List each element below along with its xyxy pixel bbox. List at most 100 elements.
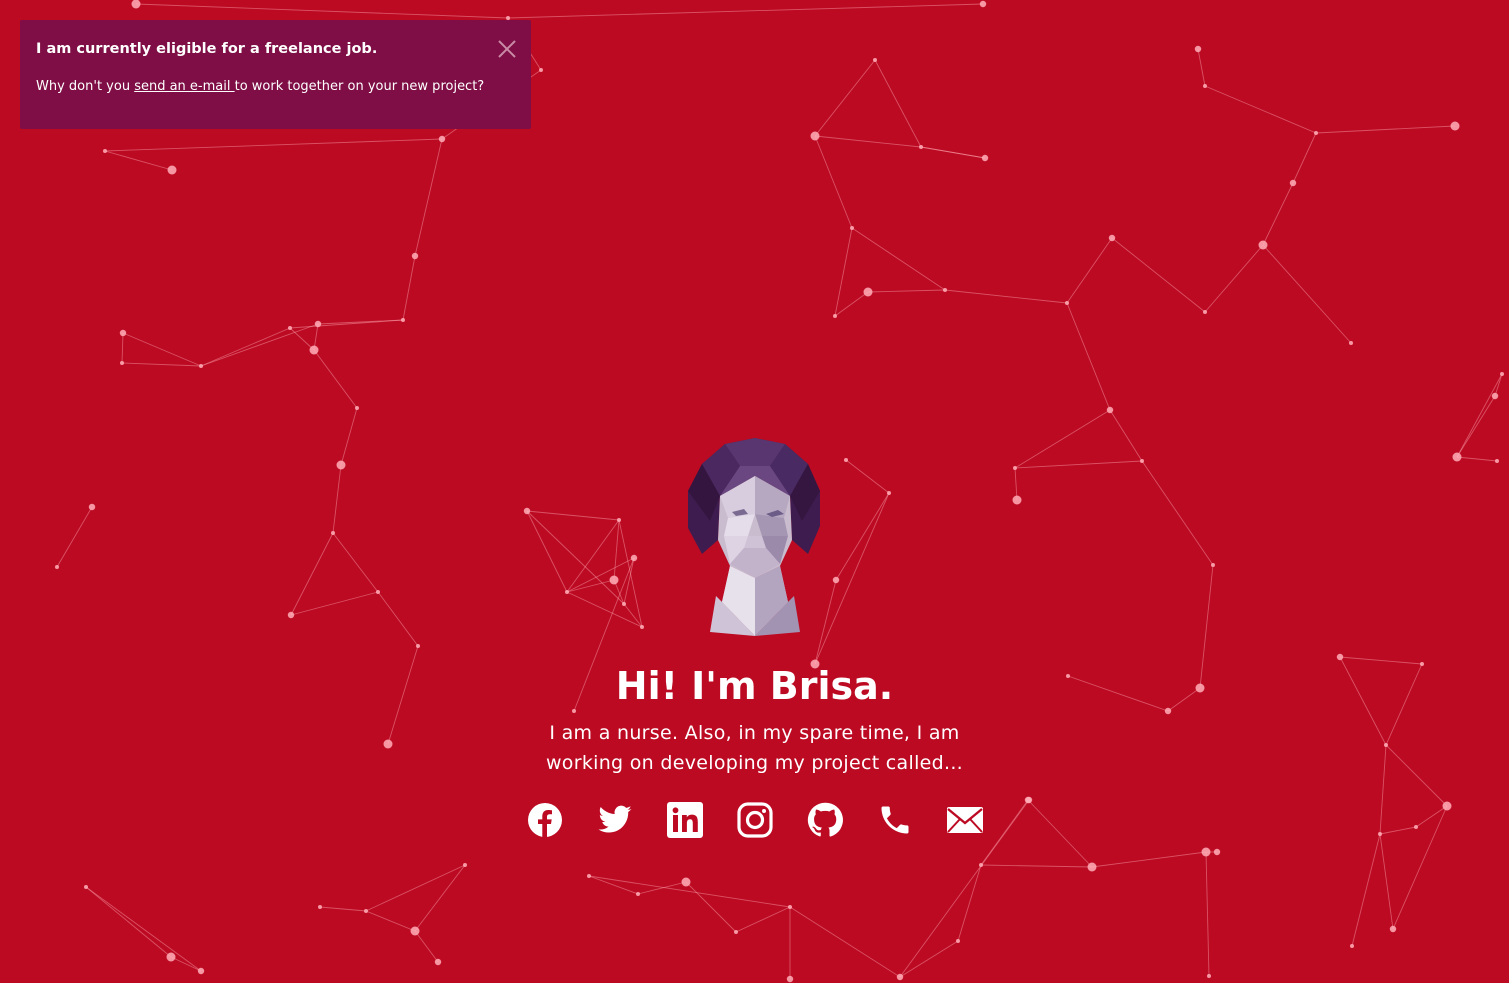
- network-link: [1262, 182, 1294, 246]
- network-link: [1315, 125, 1456, 134]
- network-node: [1500, 372, 1504, 376]
- email-link[interactable]: [946, 802, 983, 838]
- network-node: [309, 345, 319, 355]
- network-link: [1091, 851, 1207, 868]
- network-node: [786, 975, 794, 983]
- network-link: [957, 864, 982, 942]
- network-node: [979, 0, 987, 8]
- network-node: [119, 329, 127, 337]
- hero-subtitle: I am a nurse. Also, in my spare time, I …: [545, 722, 964, 774]
- social-links: [0, 802, 1509, 838]
- banner-text-suffix: to work together on your new project?: [234, 79, 485, 94]
- network-node: [873, 58, 877, 62]
- network-link: [313, 349, 358, 409]
- linkedin-link[interactable]: [666, 802, 703, 838]
- network-node: [981, 154, 989, 162]
- facebook-link[interactable]: [527, 802, 563, 838]
- network-link: [121, 332, 124, 364]
- network-link: [104, 150, 173, 171]
- network-link: [319, 906, 367, 912]
- network-link: [1204, 244, 1264, 313]
- network-link: [899, 940, 959, 978]
- network-link: [1197, 48, 1206, 87]
- network-link: [874, 59, 922, 148]
- github-link[interactable]: [807, 802, 843, 838]
- network-node: [103, 149, 107, 153]
- network-node: [1289, 179, 1297, 187]
- network-link: [1204, 85, 1317, 134]
- twitter-icon: [598, 805, 631, 833]
- network-node: [364, 909, 368, 913]
- network-link: [135, 3, 509, 19]
- network-node: [681, 877, 691, 887]
- low-poly-portrait-avatar: [687, 438, 820, 636]
- network-node: [288, 326, 292, 330]
- network-link: [1262, 244, 1352, 344]
- banner-title: I am currently eligible for a freelance …: [36, 41, 378, 57]
- network-link: [588, 875, 639, 895]
- network-node: [1201, 847, 1211, 857]
- envelope-icon: [946, 807, 983, 833]
- network-node: [166, 952, 176, 962]
- network-node: [1087, 862, 1097, 872]
- twitter-link[interactable]: [597, 802, 633, 838]
- network-link: [365, 910, 416, 932]
- send-email-link[interactable]: send an e-mail: [134, 79, 234, 94]
- network-link: [122, 332, 202, 367]
- network-link: [1351, 833, 1381, 947]
- network-node: [355, 406, 359, 410]
- network-node: [1106, 406, 1114, 414]
- network-node: [1350, 944, 1354, 948]
- page: I am currently eligible for a freelance …: [0, 0, 1509, 983]
- network-node: [1065, 301, 1069, 305]
- banner-close-button[interactable]: [497, 39, 517, 59]
- phone-link[interactable]: [877, 802, 913, 838]
- network-node: [833, 314, 837, 318]
- network-link: [170, 956, 202, 972]
- network-link: [685, 881, 737, 933]
- network-node: [84, 885, 88, 889]
- network-link: [867, 289, 946, 293]
- network-link: [1111, 237, 1206, 313]
- network-link: [507, 3, 984, 19]
- instagram-link[interactable]: [736, 802, 773, 838]
- network-link: [834, 291, 869, 317]
- network-link: [200, 323, 319, 367]
- facebook-icon: [527, 803, 562, 837]
- network-node: [463, 863, 467, 867]
- network-link: [1205, 851, 1210, 977]
- network-node: [199, 364, 203, 368]
- network-node: [943, 288, 947, 292]
- network-node: [1194, 45, 1202, 53]
- network-node: [438, 135, 446, 143]
- network-node: [131, 0, 141, 9]
- network-link: [85, 886, 202, 972]
- network-node: [956, 939, 960, 943]
- network-node: [734, 930, 738, 934]
- network-link: [402, 255, 416, 321]
- network-link: [365, 864, 466, 912]
- close-icon: [498, 40, 516, 58]
- network-node: [318, 905, 322, 909]
- network-link: [789, 906, 901, 978]
- network-node: [587, 874, 591, 878]
- network-link: [200, 327, 291, 367]
- network-node: [1203, 310, 1207, 314]
- network-link: [834, 227, 853, 317]
- freelance-banner: I am currently eligible for a freelance …: [20, 20, 531, 129]
- network-node: [314, 320, 322, 328]
- network-node: [788, 905, 792, 909]
- network-link: [1066, 302, 1111, 411]
- instagram-icon: [736, 802, 773, 838]
- network-node: [410, 926, 420, 936]
- network-node: [1389, 925, 1397, 933]
- network-node: [896, 973, 904, 981]
- network-node: [401, 318, 405, 322]
- banner-text-prefix: Why don't you: [36, 79, 135, 94]
- network-node: [810, 131, 820, 141]
- network-link: [414, 864, 466, 932]
- network-link: [414, 138, 443, 257]
- network-link: [1379, 833, 1394, 930]
- network-link: [814, 135, 853, 229]
- network-node: [1450, 121, 1460, 131]
